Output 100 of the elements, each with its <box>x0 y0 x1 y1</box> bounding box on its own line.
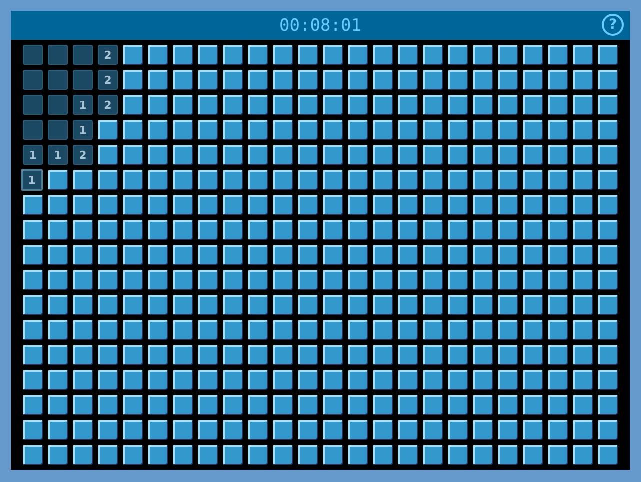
covered-tile[interactable] <box>198 245 218 265</box>
covered-tile[interactable] <box>73 370 93 390</box>
covered-tile[interactable] <box>523 120 543 140</box>
covered-tile[interactable] <box>473 320 493 340</box>
covered-tile[interactable] <box>473 245 493 265</box>
covered-tile[interactable] <box>598 295 618 315</box>
covered-tile[interactable] <box>173 45 193 65</box>
covered-tile[interactable] <box>398 170 418 190</box>
covered-tile[interactable] <box>398 195 418 215</box>
covered-tile[interactable] <box>248 270 268 290</box>
covered-tile[interactable] <box>573 370 593 390</box>
covered-tile[interactable] <box>348 295 368 315</box>
covered-tile[interactable] <box>73 170 93 190</box>
covered-tile[interactable] <box>273 120 293 140</box>
covered-tile[interactable] <box>473 295 493 315</box>
covered-tile[interactable] <box>423 370 443 390</box>
covered-tile[interactable] <box>273 295 293 315</box>
covered-tile[interactable] <box>373 145 393 165</box>
covered-tile[interactable] <box>548 445 568 465</box>
covered-tile[interactable] <box>73 345 93 365</box>
covered-tile[interactable] <box>423 320 443 340</box>
covered-tile[interactable] <box>123 445 143 465</box>
covered-tile[interactable] <box>348 195 368 215</box>
covered-tile[interactable] <box>48 445 68 465</box>
covered-tile[interactable] <box>73 220 93 240</box>
covered-tile[interactable] <box>148 145 168 165</box>
covered-tile[interactable] <box>498 220 518 240</box>
covered-tile[interactable] <box>23 395 43 415</box>
revealed-tile[interactable] <box>48 120 68 140</box>
covered-tile[interactable] <box>498 70 518 90</box>
revealed-tile[interactable]: 2 <box>73 145 93 165</box>
covered-tile[interactable] <box>98 370 118 390</box>
covered-tile[interactable] <box>598 370 618 390</box>
covered-tile[interactable] <box>173 120 193 140</box>
covered-tile[interactable] <box>73 320 93 340</box>
covered-tile[interactable] <box>98 395 118 415</box>
covered-tile[interactable] <box>148 395 168 415</box>
covered-tile[interactable] <box>298 45 318 65</box>
covered-tile[interactable] <box>523 170 543 190</box>
covered-tile[interactable] <box>523 420 543 440</box>
covered-tile[interactable] <box>248 70 268 90</box>
covered-tile[interactable] <box>348 70 368 90</box>
covered-tile[interactable] <box>23 195 43 215</box>
revealed-tile[interactable] <box>48 45 68 65</box>
covered-tile[interactable] <box>273 270 293 290</box>
covered-tile[interactable] <box>598 170 618 190</box>
covered-tile[interactable] <box>273 445 293 465</box>
covered-tile[interactable] <box>598 45 618 65</box>
covered-tile[interactable] <box>373 445 393 465</box>
covered-tile[interactable] <box>398 420 418 440</box>
covered-tile[interactable] <box>173 445 193 465</box>
covered-tile[interactable] <box>448 395 468 415</box>
covered-tile[interactable] <box>173 220 193 240</box>
covered-tile[interactable] <box>273 370 293 390</box>
covered-tile[interactable] <box>148 170 168 190</box>
covered-tile[interactable] <box>448 220 468 240</box>
covered-tile[interactable] <box>323 145 343 165</box>
covered-tile[interactable] <box>248 345 268 365</box>
covered-tile[interactable] <box>598 320 618 340</box>
covered-tile[interactable] <box>23 295 43 315</box>
covered-tile[interactable] <box>198 120 218 140</box>
covered-tile[interactable] <box>498 170 518 190</box>
covered-tile[interactable] <box>223 420 243 440</box>
covered-tile[interactable] <box>148 345 168 365</box>
covered-tile[interactable] <box>498 320 518 340</box>
covered-tile[interactable] <box>548 170 568 190</box>
covered-tile[interactable] <box>123 70 143 90</box>
covered-tile[interactable] <box>448 345 468 365</box>
revealed-tile[interactable] <box>23 70 43 90</box>
covered-tile[interactable] <box>548 370 568 390</box>
covered-tile[interactable] <box>423 345 443 365</box>
covered-tile[interactable] <box>98 320 118 340</box>
covered-tile[interactable] <box>548 245 568 265</box>
covered-tile[interactable] <box>148 445 168 465</box>
revealed-tile[interactable]: 2 <box>98 45 118 65</box>
covered-tile[interactable] <box>523 370 543 390</box>
covered-tile[interactable] <box>373 195 393 215</box>
covered-tile[interactable] <box>373 320 393 340</box>
covered-tile[interactable] <box>123 345 143 365</box>
covered-tile[interactable] <box>198 445 218 465</box>
covered-tile[interactable] <box>298 345 318 365</box>
covered-tile[interactable] <box>448 295 468 315</box>
covered-tile[interactable] <box>423 295 443 315</box>
covered-tile[interactable] <box>273 345 293 365</box>
covered-tile[interactable] <box>73 245 93 265</box>
revealed-tile[interactable] <box>23 45 43 65</box>
covered-tile[interactable] <box>573 120 593 140</box>
covered-tile[interactable] <box>198 145 218 165</box>
covered-tile[interactable] <box>498 270 518 290</box>
covered-tile[interactable] <box>173 70 193 90</box>
covered-tile[interactable] <box>573 395 593 415</box>
covered-tile[interactable] <box>498 370 518 390</box>
covered-tile[interactable] <box>548 345 568 365</box>
covered-tile[interactable] <box>523 45 543 65</box>
covered-tile[interactable] <box>473 370 493 390</box>
covered-tile[interactable] <box>523 445 543 465</box>
covered-tile[interactable] <box>548 270 568 290</box>
covered-tile[interactable] <box>123 370 143 390</box>
covered-tile[interactable] <box>298 70 318 90</box>
covered-tile[interactable] <box>573 345 593 365</box>
